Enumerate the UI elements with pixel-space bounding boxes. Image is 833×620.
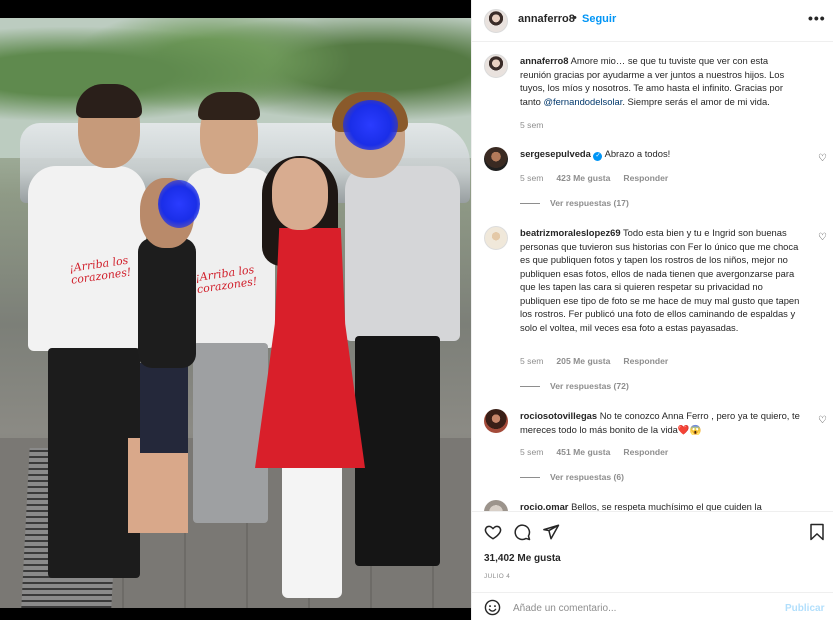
face-blur-1 (158, 180, 200, 228)
reply-button[interactable]: Responder (623, 356, 668, 366)
more-options-icon[interactable]: ••• (808, 10, 826, 26)
replies-line (520, 203, 540, 205)
post-media[interactable]: ¡Arriba los corazones! ¡Arriba los coraz… (0, 0, 471, 620)
author-avatar[interactable] (484, 9, 508, 33)
caption-text: annaferro8 Amore mio… se que tu tuviste … (520, 54, 800, 108)
comment-username[interactable]: beatrizmoraleslopez69 (520, 227, 621, 238)
comment-text: sergesepulveda ✓ Abrazo a todos! (520, 147, 800, 161)
author-username[interactable]: annaferro8 (518, 13, 575, 25)
smiley-icon[interactable] (484, 599, 501, 616)
comment-time[interactable]: 5 sem (520, 173, 543, 183)
comment-avatar[interactable] (484, 147, 508, 171)
comment-text: beatrizmoraleslopez69 Todo esta bien y t… (520, 226, 800, 334)
comment-time[interactable]: 5 sem (520, 447, 543, 457)
view-replies-button[interactable]: Ver respuestas (17) (520, 198, 629, 208)
post-actions: 31,402 Me gusta JULIO 4 (472, 511, 833, 591)
comment-like-heart-icon[interactable]: ♡ (818, 416, 828, 426)
bookmark-icon[interactable] (809, 523, 825, 541)
view-replies-button[interactable]: Ver respuestas (6) (520, 472, 624, 482)
comment-likes[interactable]: 451 Me gusta (556, 447, 610, 457)
add-comment-bar: Añade un comentario... Publicar (472, 592, 833, 620)
comment-body: Todo esta bien y tu e Ingrid son buenas … (520, 227, 800, 333)
separator-dot: • (573, 12, 577, 24)
paper-plane-icon[interactable] (542, 523, 560, 541)
comment-body: Abrazo a todos! (604, 148, 671, 159)
publish-button[interactable]: Publicar (785, 603, 824, 614)
view-replies-label[interactable]: Ver respuestas (17) (550, 198, 629, 208)
comment-likes[interactable]: 423 Me gusta (556, 173, 610, 183)
comment-username[interactable]: rocio.omar (520, 501, 568, 511)
caption-mention[interactable]: @fernandodelsolar (543, 96, 622, 107)
comment-meta: 5 sem 423 Me gusta Responder (520, 173, 681, 183)
post-header: annaferro8 • Seguir ••• (472, 0, 833, 42)
comment-likes[interactable]: 205 Me gusta (556, 356, 610, 366)
post-photo[interactable]: ¡Arriba los corazones! ¡Arriba los coraz… (0, 18, 471, 608)
likes-count[interactable]: 31,402 Me gusta (484, 553, 561, 564)
face-blur-2 (343, 100, 398, 150)
replies-line (520, 477, 540, 479)
comment-avatar[interactable] (484, 500, 508, 511)
view-replies-button[interactable]: Ver respuestas (72) (520, 381, 629, 391)
verified-badge-icon: ✓ (593, 152, 603, 161)
view-replies-label[interactable]: Ver respuestas (72) (550, 381, 629, 391)
heart-icon[interactable] (484, 523, 502, 541)
comment-username[interactable]: rociosotovillegas (520, 410, 597, 421)
post-sidebar: annaferro8 • Seguir ••• annaferro8 Amore… (471, 0, 833, 620)
reply-button[interactable]: Responder (623, 173, 668, 183)
comment-like-heart-icon[interactable]: ♡ (818, 154, 828, 164)
view-replies-label[interactable]: Ver respuestas (6) (550, 472, 624, 482)
replies-line (520, 386, 540, 388)
post-date[interactable]: JULIO 4 (484, 573, 510, 580)
comment-avatar[interactable] (484, 226, 508, 250)
comment-text: rocio.omar Bellos, se respeta muchísimo … (520, 500, 800, 511)
comment-input[interactable]: Añade un comentario... (513, 603, 616, 614)
comments-list[interactable]: annaferro8 Amore mio… se que tu tuviste … (472, 43, 833, 511)
comment-text: rociosotovillegas No te conozco Anna Fer… (520, 409, 800, 436)
instagram-post-modal: ¡Arriba los corazones! ¡Arriba los coraz… (0, 0, 833, 620)
comment-body: Bellos, se respeta muchísimo el que cuid… (571, 501, 762, 511)
caption-avatar[interactable] (484, 54, 508, 78)
comment-icon[interactable] (513, 523, 531, 541)
caption-text-part2: . Siempre serás el amor de mi vida. (622, 95, 770, 107)
follow-button[interactable]: Seguir (582, 13, 616, 25)
reply-button[interactable]: Responder (623, 447, 668, 457)
comment-avatar[interactable] (484, 409, 508, 433)
comment-username[interactable]: sergesepulveda (520, 148, 591, 159)
caption-username[interactable]: annaferro8 (520, 55, 568, 66)
comment-meta: 5 sem 205 Me gusta Responder (520, 356, 681, 366)
comment-meta: 5 sem 451 Me gusta Responder (520, 447, 681, 457)
comment-time[interactable]: 5 sem (520, 356, 543, 366)
caption-meta: 5 sem (520, 120, 556, 130)
comment-like-heart-icon[interactable]: ♡ (818, 233, 828, 243)
caption-time[interactable]: 5 sem (520, 120, 543, 130)
